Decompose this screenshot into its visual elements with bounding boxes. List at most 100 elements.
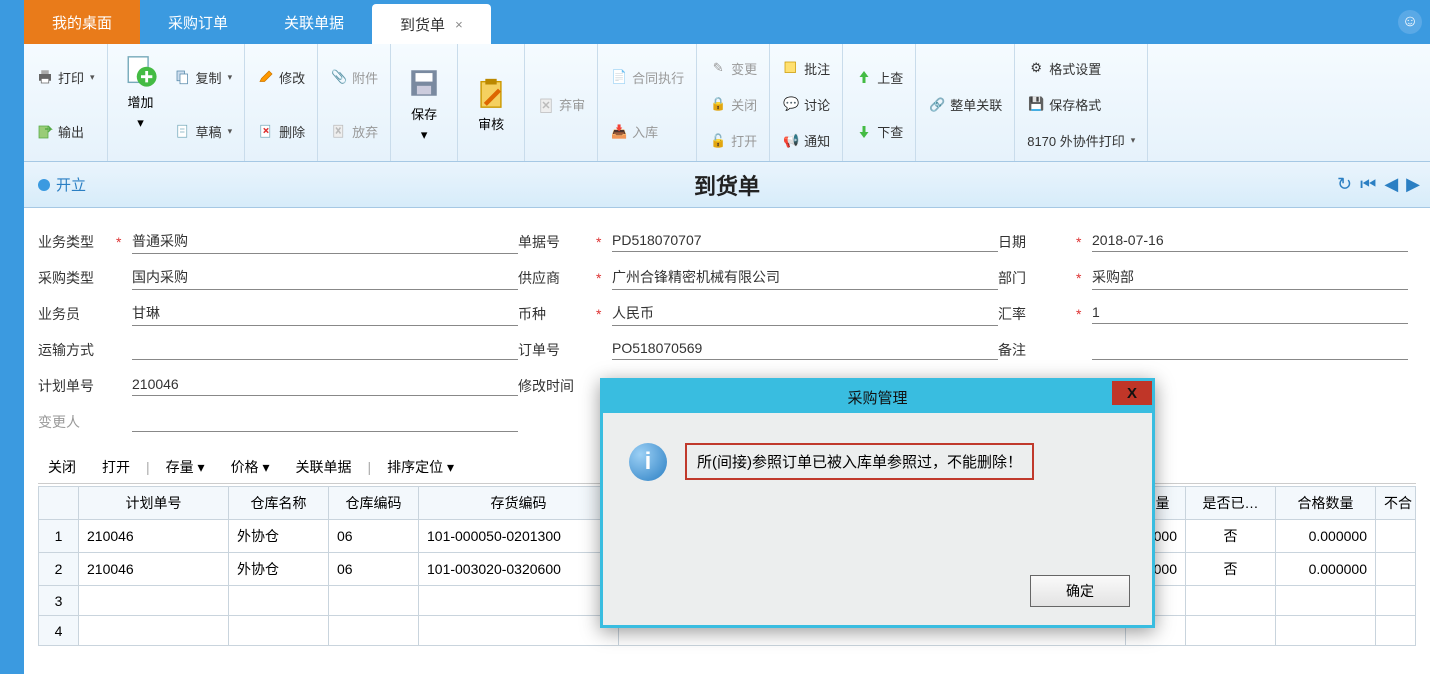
col-whs-code[interactable]: 仓库编码 [329, 487, 419, 520]
link-icon: 🔗 [928, 96, 946, 114]
col-rownum[interactable] [39, 487, 79, 520]
currency-field[interactable]: 人民币 [612, 303, 998, 326]
grid-open-button[interactable]: 打开 [92, 455, 140, 479]
cell-plan-no[interactable]: 210046 [79, 553, 229, 586]
alert-dialog: 采购管理 X i 所(间接)参照订单已被入库单参照过，不能删除！ 确定 [600, 378, 1155, 628]
label: 放弃 [352, 122, 378, 141]
print-button[interactable]: 打印▾ [30, 65, 101, 90]
cell-whs-name[interactable]: 外协仓 [229, 553, 329, 586]
col-ok-qty[interactable]: 合格数量 [1276, 487, 1376, 520]
cell-whs-code[interactable]: 06 [329, 553, 419, 586]
cell-not[interactable] [1376, 553, 1416, 586]
refresh-icon[interactable]: ↻ [1337, 174, 1352, 195]
dialog-close-button[interactable]: X [1112, 381, 1152, 405]
order-no-field[interactable]: PO518070569 [612, 340, 998, 360]
add-button[interactable]: 增加▾ [114, 50, 168, 135]
grid-stock-button[interactable]: 存量 ▾ [156, 455, 215, 479]
grid-close-button[interactable]: 关闭 [38, 455, 86, 479]
cell-is-done[interactable]: 否 [1186, 553, 1276, 586]
approve-note-button[interactable]: 批注 [776, 56, 836, 81]
dialog-message: 所(间接)参照订单已被入库单参照过，不能删除！ [685, 443, 1034, 480]
label: 审核 [478, 114, 504, 133]
transport-label: 运输方式 [38, 340, 112, 360]
date-field[interactable]: 2018-07-16 [1092, 232, 1408, 252]
label: 打开 [731, 131, 757, 150]
col-plan-no[interactable]: 计划单号 [79, 487, 229, 520]
salesman-field[interactable]: 甘琳 [132, 303, 518, 326]
chevron-down-icon: ▾ [447, 459, 454, 475]
label: 通知 [804, 131, 830, 150]
draft-button[interactable]: 草稿▾ [168, 119, 239, 144]
abandon-button: 放弃 [324, 119, 384, 144]
change-person-field[interactable] [132, 412, 518, 432]
cell-not[interactable] [1376, 520, 1416, 553]
col-not[interactable]: 不合 [1376, 487, 1416, 520]
required-mark: * [116, 234, 126, 250]
label: 排序定位 [387, 459, 443, 475]
save-format-button[interactable]: 💾保存格式 [1021, 92, 1141, 117]
supplier-field[interactable]: 广州合锋精密机械有限公司 [612, 267, 998, 290]
transport-field[interactable] [132, 340, 518, 360]
prev-icon[interactable]: ◀ [1384, 174, 1398, 195]
label: 修改 [279, 68, 305, 87]
printer-icon [36, 68, 54, 86]
col-whs-name[interactable]: 仓库名称 [229, 487, 329, 520]
rate-field[interactable]: 1 [1092, 304, 1408, 324]
print-template-select[interactable]: 8170 外协件打印▾ [1021, 128, 1141, 153]
close-icon[interactable]: × [455, 17, 463, 32]
chat-icon: 💬 [782, 95, 800, 113]
doc-no-label: 单据号 [518, 232, 592, 252]
info-icon: i [629, 443, 667, 481]
purchase-type-field[interactable]: 国内采购 [132, 267, 518, 290]
plan-no-field[interactable]: 210046 [132, 376, 518, 396]
cell-inv-code[interactable]: 101-003020-0320600 [419, 553, 619, 586]
label: 保存 [411, 104, 437, 123]
tab-arrival-doc[interactable]: 到货单× [372, 4, 491, 44]
tab-my-desktop[interactable]: 我的桌面 [24, 0, 140, 44]
grid-price-button[interactable]: 价格 ▾ [221, 455, 280, 479]
supplier-label: 供应商 [518, 268, 592, 288]
save-button[interactable]: 保存▾ [397, 62, 451, 147]
doc-no-field[interactable]: PD518070707 [612, 232, 998, 252]
lookup-down-button[interactable]: 下查 [849, 119, 909, 144]
col-is-done[interactable]: 是否已… [1186, 487, 1276, 520]
next-icon[interactable]: ▶ [1406, 174, 1420, 195]
discuss-button[interactable]: 💬讨论 [776, 92, 836, 117]
dept-field[interactable]: 采购部 [1092, 267, 1408, 290]
notify-button[interactable]: 📢通知 [776, 128, 836, 153]
cell-is-done[interactable]: 否 [1186, 520, 1276, 553]
delete-button[interactable]: 删除 [251, 119, 311, 144]
cell-ok-qty[interactable]: 0.000000 [1276, 520, 1376, 553]
date-label: 日期 [998, 232, 1072, 252]
title-bar: 开立 到货单 ↻ ⏮ ◀ ▶ [24, 162, 1430, 208]
grid-related-button[interactable]: 关联单据 [285, 455, 361, 479]
abandon-icon [330, 123, 348, 141]
cell-inv-code[interactable]: 101-000050-0201300 [419, 520, 619, 553]
cell-whs-name[interactable]: 外协仓 [229, 520, 329, 553]
audit-button[interactable]: 审核 [464, 72, 518, 137]
dialog-ok-button[interactable]: 确定 [1030, 575, 1130, 607]
biz-type-field[interactable]: 普通采购 [132, 231, 518, 254]
tab-purchase-order[interactable]: 采购订单 [140, 0, 256, 44]
grid-sort-button[interactable]: 排序定位 ▾ [377, 455, 464, 479]
row-number: 2 [39, 553, 79, 586]
tab-related-docs[interactable]: 关联单据 [256, 0, 372, 44]
first-icon[interactable]: ⏮ [1360, 174, 1376, 195]
dialog-header[interactable]: 采购管理 X [603, 381, 1152, 413]
whole-rel-button[interactable]: 🔗整单关联 [922, 92, 1008, 117]
cell-plan-no[interactable]: 210046 [79, 520, 229, 553]
modify-button[interactable]: 修改 [251, 65, 311, 90]
export-button[interactable]: 输出 [30, 119, 101, 144]
format-set-button[interactable]: ⚙格式设置 [1021, 56, 1141, 81]
cell-whs-code[interactable]: 06 [329, 520, 419, 553]
cell-ok-qty[interactable]: 0.000000 [1276, 553, 1376, 586]
copy-button[interactable]: 复制▾ [168, 65, 239, 90]
chevron-down-icon: ▾ [90, 72, 95, 83]
remark-field[interactable] [1092, 340, 1408, 360]
chevron-down-icon: ▾ [137, 115, 144, 131]
draft-icon [174, 123, 192, 141]
user-avatar-icon[interactable]: ☺ [1398, 10, 1422, 34]
lookup-up-button[interactable]: 上查 [849, 65, 909, 90]
copy-icon [174, 68, 192, 86]
col-inv-code[interactable]: 存货编码 [419, 487, 619, 520]
